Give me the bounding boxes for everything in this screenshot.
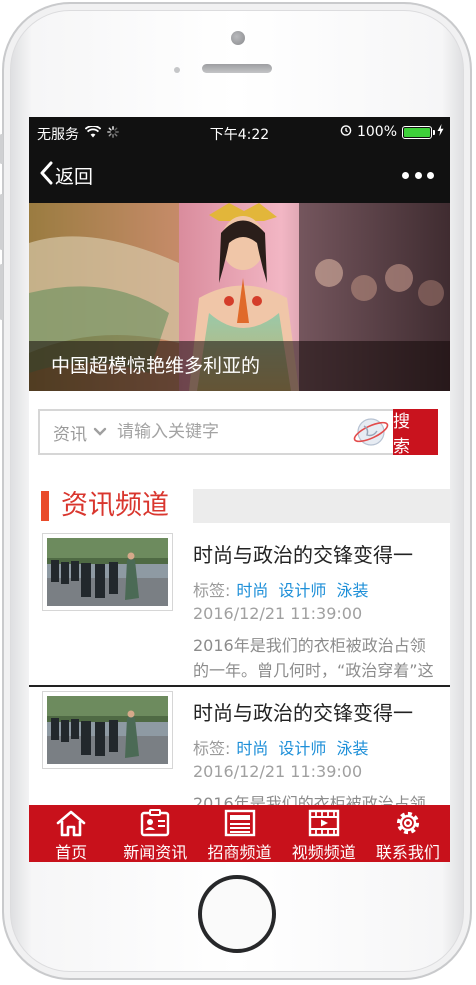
news-thumbnail[interactable]: [42, 533, 173, 611]
news-date: 2016/12/21 11:39:00: [193, 604, 363, 623]
tag-link[interactable]: 时尚: [236, 577, 268, 601]
tab-label: 新闻资讯: [123, 843, 188, 862]
tab-label: 招商频道: [207, 843, 272, 862]
navigation-bar: 返回: [29, 147, 450, 203]
tag-link[interactable]: 时尚: [236, 735, 268, 759]
home-button[interactable]: [198, 875, 276, 953]
earpiece-speaker: [202, 64, 272, 73]
back-button[interactable]: 返回: [39, 161, 93, 190]
search-button[interactable]: 搜 索: [393, 409, 438, 457]
section-divider: [193, 489, 450, 523]
tab-label: 首页: [55, 843, 88, 862]
chevron-down-icon: [93, 422, 107, 442]
news-date: 2016/12/21 11:39:00: [193, 762, 363, 781]
section-title: 资讯频道: [61, 490, 169, 521]
tag-label: 标签:: [193, 739, 231, 758]
news-tags: 标签: 时尚 设计师 泳装: [193, 577, 368, 601]
news-thumbnail[interactable]: [42, 691, 173, 769]
search-bar: 资讯 搜 索: [38, 409, 438, 457]
proximity-sensor: [174, 67, 180, 73]
search-category-select[interactable]: 资讯: [40, 420, 107, 445]
tag-link[interactable]: 泳装: [336, 735, 368, 759]
news-thumbnail-image: [47, 538, 168, 606]
back-label: 返回: [55, 166, 94, 188]
newspaper-icon: [224, 809, 256, 837]
tab-investment[interactable]: 招商频道: [197, 805, 281, 862]
tab-video[interactable]: 视频频道: [282, 805, 366, 862]
volume-down-button: [0, 264, 3, 320]
tab-contact[interactable]: 联系我们: [366, 805, 450, 862]
front-camera: [231, 31, 245, 45]
tag-label: 标签:: [193, 581, 231, 600]
banner-carousel[interactable]: 中国超模惊艳维多利亚的: [29, 203, 450, 391]
news-item[interactable]: 时尚与政治的交锋变得一 标签: 时尚 设计师 泳装 2016/12/21 11:…: [29, 533, 450, 687]
tab-home[interactable]: 首页: [29, 805, 113, 862]
news-list: 时尚与政治的交锋变得一 标签: 时尚 设计师 泳装 2016/12/21 11:…: [29, 533, 450, 845]
search-box: 资讯: [38, 409, 393, 455]
status-bar: 无服务 下午4:22 100%: [29, 117, 450, 147]
news-thumbnail-image: [47, 696, 168, 764]
chevron-left-icon: [39, 161, 53, 190]
section-accent-bar: [41, 491, 49, 521]
tag-link[interactable]: 设计师: [278, 577, 326, 601]
section-header: 资讯频道: [41, 489, 450, 523]
gear-icon: [392, 809, 424, 837]
mute-switch: [0, 134, 3, 164]
tag-link[interactable]: 设计师: [278, 735, 326, 759]
tab-news[interactable]: 新闻资讯: [113, 805, 197, 862]
film-icon: [308, 809, 340, 837]
tag-link[interactable]: 泳装: [336, 577, 368, 601]
search-input[interactable]: [117, 422, 327, 442]
news-title[interactable]: 时尚与政治的交锋变得一: [193, 697, 443, 726]
news-title[interactable]: 时尚与政治的交锋变得一: [193, 539, 443, 568]
more-options-button[interactable]: [402, 165, 434, 185]
home-icon: [55, 809, 87, 837]
charging-bolt-icon: [437, 124, 444, 140]
search-category-label: 资讯: [53, 424, 87, 445]
app-screen: 无服务 下午4:22 100% 返回 中国超模惊艳维多利亚的 资讯 请输入关键字…: [29, 117, 450, 862]
alarm-icon: [340, 124, 352, 140]
bottom-tab-bar: 首页 新闻资讯 招商频道 视频频道 联系我们: [29, 805, 450, 862]
battery-icon: [402, 125, 435, 139]
battery-percent: 100%: [356, 124, 397, 140]
banner-caption: 中国超模惊艳维多利亚的: [29, 341, 450, 391]
more-dots-icon: [402, 171, 409, 179]
id-card-icon: [139, 809, 171, 837]
volume-up-button: [0, 194, 3, 250]
tab-label: 联系我们: [375, 843, 440, 862]
tab-label: 视频频道: [291, 843, 356, 862]
news-summary: 2016年是我们的衣柜被政治占领的一年。曾几何时，“政治穿着”这: [193, 636, 434, 680]
globe-icon: [351, 413, 391, 455]
news-tags: 标签: 时尚 设计师 泳装: [193, 735, 368, 759]
